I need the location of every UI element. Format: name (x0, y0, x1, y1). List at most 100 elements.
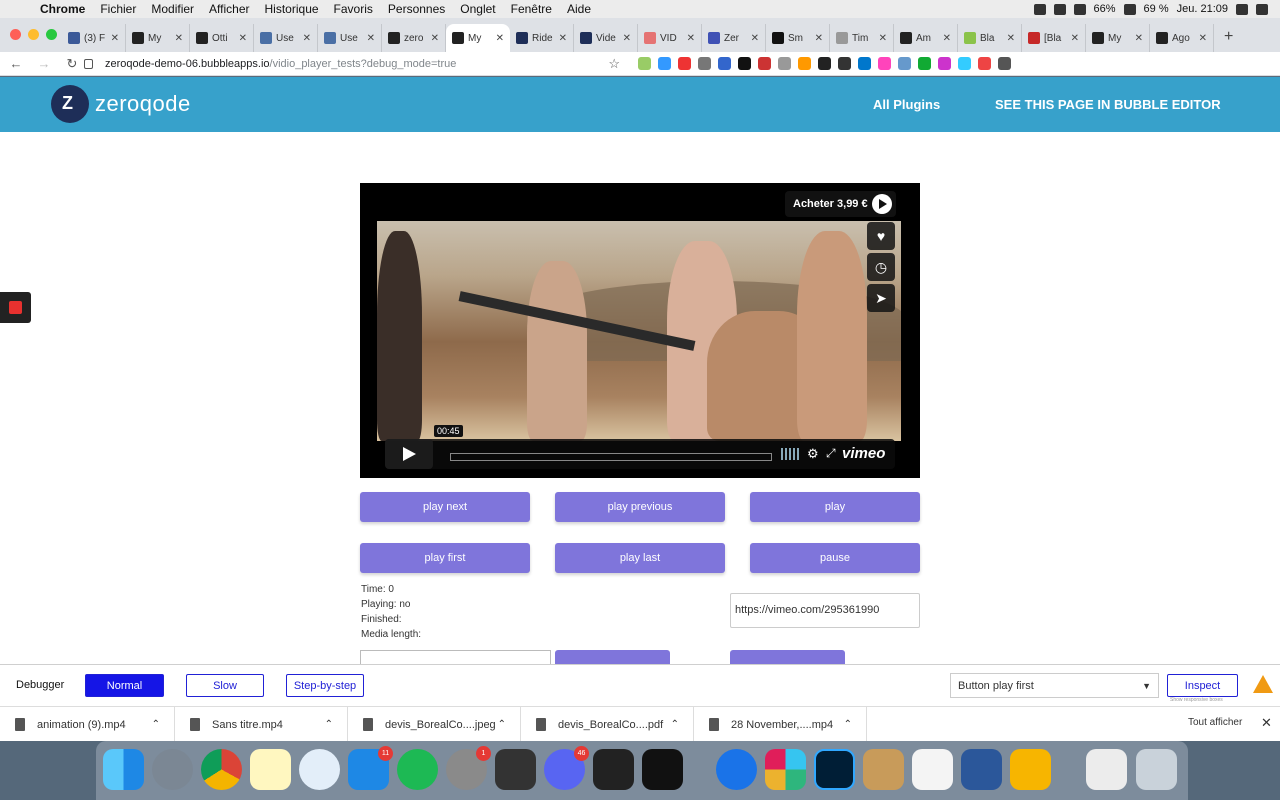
vimeo-player[interactable]: Acheter 3,99 € ♥ ◷ ➤ 00:45 ⚙ ⤢ vimeo (360, 183, 920, 478)
extension-icon[interactable] (678, 57, 691, 70)
menu-favoris[interactable]: Favoris (334, 2, 373, 16)
sketch-icon[interactable] (1010, 749, 1051, 790)
extension-icon[interactable] (718, 57, 731, 70)
speed-normal-button[interactable]: Normal (85, 674, 164, 697)
play-next-button[interactable]: play next (360, 492, 530, 522)
tab-close-icon[interactable]: ✕ (687, 33, 695, 44)
extension-icon[interactable] (998, 57, 1011, 70)
step-by-step-button[interactable]: Step-by-step (286, 674, 364, 697)
tab-close-icon[interactable]: ✕ (879, 33, 887, 44)
speed-slow-button[interactable]: Slow (186, 674, 264, 697)
extension-icon[interactable] (978, 57, 991, 70)
tab-close-icon[interactable]: ✕ (496, 33, 504, 44)
messages-icon[interactable] (299, 749, 340, 790)
tab-close-icon[interactable]: ✕ (1007, 33, 1015, 44)
download-item[interactable]: 28 November,....mp4 ⌃ (694, 707, 867, 742)
all-plugins-link[interactable]: All Plugins (873, 97, 940, 112)
browser-tab[interactable]: Ago ✕ (1150, 24, 1214, 52)
menu-personnes[interactable]: Personnes (388, 2, 445, 16)
download-item[interactable]: devis_BorealCo....jpeg ⌃ (348, 707, 521, 742)
browser-tab[interactable]: Ride ✕ (510, 24, 574, 52)
dropbox-icon[interactable] (1053, 3, 1066, 15)
show-all-downloads[interactable]: Tout afficher (1188, 717, 1242, 728)
chevron-up-icon[interactable]: ⌃ (844, 719, 852, 730)
tab-close-icon[interactable]: ✕ (303, 33, 311, 44)
video-url-input[interactable]: https://vimeo.com/295361990 (730, 593, 920, 628)
photoshop-icon[interactable] (814, 749, 855, 790)
forward-arrow-icon[interactable]: → (32, 56, 56, 71)
play-previous-button[interactable]: play previous (555, 492, 725, 522)
wifi-icon[interactable] (1123, 3, 1136, 15)
play-last-button[interactable]: play last (555, 543, 725, 573)
extension-icon[interactable] (818, 57, 831, 70)
extension-icon[interactable] (698, 57, 711, 70)
tab-close-icon[interactable]: ✕ (815, 33, 823, 44)
chevron-up-icon[interactable]: ⌃ (325, 719, 333, 730)
notes-icon[interactable] (250, 749, 291, 790)
browser-tab[interactable]: My ✕ (446, 24, 510, 52)
menu-afficher[interactable]: Afficher (209, 2, 249, 16)
buy-button[interactable]: Acheter 3,99 € (785, 191, 896, 217)
responsive-boxes-label[interactable]: Show responsive boxes (1170, 697, 1223, 703)
vpn-icon[interactable] (1033, 3, 1046, 15)
textedit-icon[interactable] (912, 749, 953, 790)
extension-icon[interactable] (738, 57, 751, 70)
extension-icon[interactable] (838, 57, 851, 70)
chevron-up-icon[interactable]: ⌃ (152, 719, 160, 730)
partial-input-field[interactable] (360, 650, 551, 664)
browser-tab[interactable]: Zer ✕ (702, 24, 766, 52)
heart-icon[interactable]: ♥ (867, 222, 895, 250)
zoom-window-button[interactable] (46, 29, 57, 40)
tab-close-icon[interactable]: ✕ (1071, 33, 1079, 44)
browser-tab[interactable]: Otti ✕ (190, 24, 254, 52)
tab-close-icon[interactable]: ✕ (431, 33, 439, 44)
extension-icon[interactable] (898, 57, 911, 70)
lock-icon[interactable] (84, 59, 93, 69)
bookmark-star-icon[interactable]: ☆ (608, 56, 620, 72)
address-bar[interactable]: zeroqode-demo-06.bubbleapps.io/vidio_pla… (84, 54, 630, 74)
sublime-text-icon[interactable] (495, 749, 536, 790)
battery-percent[interactable]: 69 % (1144, 3, 1169, 15)
reload-icon[interactable]: ↻ (60, 56, 84, 72)
tab-close-icon[interactable]: ✕ (175, 33, 183, 44)
extension-icon[interactable] (798, 57, 811, 70)
play-button[interactable]: play (750, 492, 920, 522)
extension-icon[interactable] (638, 57, 651, 70)
control-center-icon[interactable] (1256, 3, 1268, 15)
chrome-icon[interactable] (201, 749, 242, 790)
browser-tab[interactable]: VID ✕ (638, 24, 702, 52)
menu-onglet[interactable]: Onglet (460, 2, 495, 16)
tab-close-icon[interactable]: ✕ (751, 33, 759, 44)
apple-tv-icon[interactable] (642, 749, 683, 790)
browser-tab[interactable]: (3) F ✕ (62, 24, 126, 52)
browser-tab[interactable]: Tim ✕ (830, 24, 894, 52)
extension-icon[interactable] (918, 57, 931, 70)
progress-bar[interactable] (450, 453, 772, 461)
browser-tab[interactable]: Sm ✕ (766, 24, 830, 52)
browser-tab[interactable]: My ✕ (1086, 24, 1150, 52)
cloud-icon[interactable] (1073, 3, 1086, 15)
downloads-stack-icon[interactable] (1086, 749, 1127, 790)
tab-close-icon[interactable]: ✕ (623, 33, 631, 44)
tab-close-icon[interactable]: ✕ (111, 33, 119, 44)
extension-icon[interactable] (778, 57, 791, 70)
tab-close-icon[interactable]: ✕ (943, 33, 951, 44)
clock-icon[interactable]: ◷ (867, 253, 895, 281)
close-window-button[interactable] (10, 29, 21, 40)
extension-icon[interactable] (858, 57, 871, 70)
tab-close-icon[interactable]: ✕ (1199, 33, 1207, 44)
bubble-editor-link[interactable]: SEE THIS PAGE IN BUBBLE EDITOR (995, 97, 1221, 112)
screen-recorder-icon[interactable] (593, 749, 634, 790)
clock[interactable]: Jeu. 21:09 (1177, 3, 1228, 15)
calculator-icon[interactable] (863, 749, 904, 790)
element-select[interactable]: Button play first ▼ (950, 673, 1159, 698)
record-button[interactable] (0, 292, 31, 323)
partial-button[interactable] (555, 650, 670, 664)
spotify-icon[interactable] (397, 749, 438, 790)
new-tab-button[interactable]: + (1224, 28, 1233, 46)
menu-app-name[interactable]: Chrome (40, 2, 85, 16)
finder-icon[interactable] (103, 749, 144, 790)
tab-close-icon[interactable]: ✕ (559, 33, 567, 44)
browser-tab[interactable]: Use ✕ (254, 24, 318, 52)
browser-tab[interactable]: Am ✕ (894, 24, 958, 52)
